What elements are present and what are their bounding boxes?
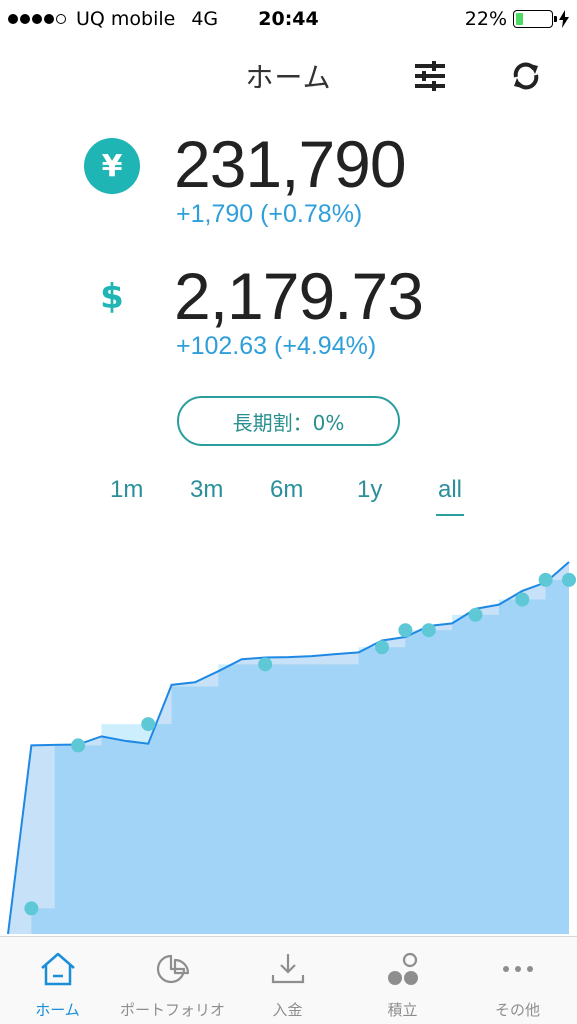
battery-icon <box>513 10 557 28</box>
chart-deposit-marker-8 <box>515 592 530 607</box>
tab-home-label: ホーム <box>35 1001 80 1019</box>
accumulate-icon <box>387 952 418 985</box>
home-icon <box>40 952 75 986</box>
chart-deposit-marker-7 <box>468 607 483 622</box>
tab-accumulate[interactable]: 積立 <box>345 937 460 1024</box>
chart-deposit-marker-0 <box>24 901 39 916</box>
status-right: 22% <box>465 8 569 30</box>
long-term-discount-button[interactable]: 長期割：0% <box>177 396 400 446</box>
chart-value-area <box>8 561 569 934</box>
chart-deposit-marker-4 <box>375 640 389 655</box>
performance-chart <box>7 561 576 935</box>
tab-more[interactable]: その他 <box>460 937 575 1024</box>
tab-accumulate-label: 積立 <box>387 1001 418 1019</box>
charging-bolt-icon <box>559 10 569 28</box>
sliders-icon <box>415 61 445 91</box>
range-selector: 1m 3m 6m 1y all <box>0 476 577 516</box>
chart-deposit-marker-6 <box>421 623 436 638</box>
range-1m[interactable]: 1m <box>110 476 143 504</box>
download-icon <box>271 954 304 984</box>
status-bar: UQ mobile 4G 20:44 22% <box>0 0 577 40</box>
chart-deposit-marker-9 <box>538 572 553 587</box>
chart-deposit-marker-5 <box>398 623 413 638</box>
tab-deposit-label: 入金 <box>272 1001 303 1019</box>
yen-icon: ¥ <box>84 138 140 194</box>
chart-deposit-marker-3 <box>258 657 273 672</box>
page-title: ホーム <box>245 61 332 94</box>
tab-home[interactable]: ホーム <box>0 937 115 1024</box>
tab-portfolio-label: ポートフォリオ <box>119 1001 225 1019</box>
jpy-amount: 231,790 <box>174 127 407 201</box>
range-3m[interactable]: 3m <box>190 476 223 504</box>
more-icon <box>502 966 533 972</box>
range-1y[interactable]: 1y <box>357 476 382 504</box>
sliders-button[interactable] <box>408 54 452 98</box>
tab-more-label: その他 <box>494 1001 540 1019</box>
usd-change: +102.63 (+4.94%) <box>176 332 377 360</box>
pie-chart-icon <box>156 954 189 984</box>
chart-deposit-marker-10 <box>562 572 576 587</box>
chart-deposit-marker-1 <box>71 738 86 753</box>
jpy-change: +1,790 (+0.78%) <box>176 200 363 228</box>
tab-deposit[interactable]: 入金 <box>230 937 345 1024</box>
tab-portfolio[interactable]: ポートフォリオ <box>115 937 230 1024</box>
range-all[interactable]: all <box>435 476 465 516</box>
refresh-icon <box>513 62 539 90</box>
usd-amount: 2,179.73 <box>174 259 424 333</box>
refresh-button[interactable] <box>504 54 548 98</box>
battery-percent: 22% <box>464 8 507 30</box>
tab-bar: ホーム ポートフォリオ 入金 積立 その他 <box>0 936 577 1024</box>
range-6m[interactable]: 6m <box>270 476 303 504</box>
chart-deposit-marker-2 <box>141 717 156 732</box>
dollar-icon: $ <box>100 277 124 317</box>
